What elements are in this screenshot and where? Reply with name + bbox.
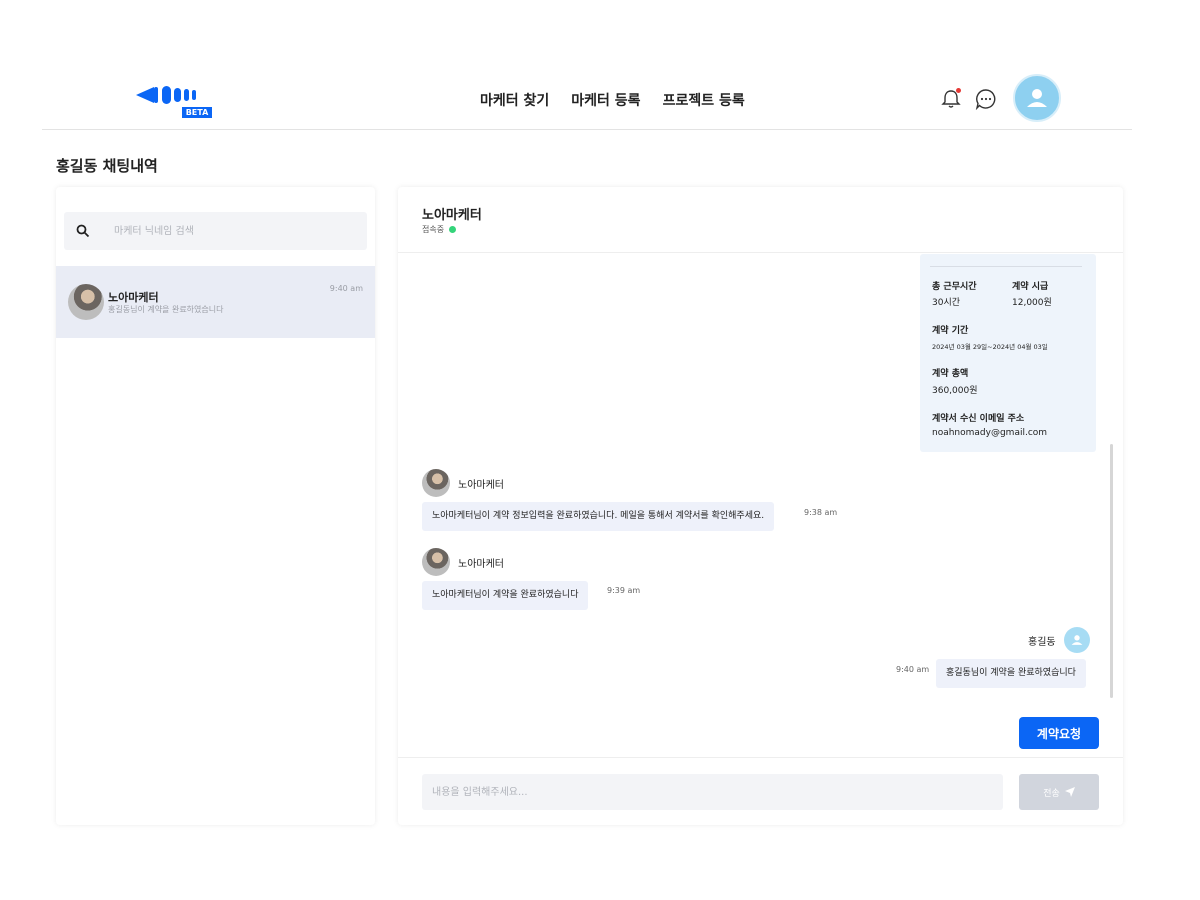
total-value: 360,000원 bbox=[932, 386, 978, 396]
message-time: 9:39 am bbox=[607, 586, 641, 595]
message-sender: 홍길동 bbox=[1028, 627, 1090, 653]
avatar bbox=[68, 284, 104, 320]
card-divider bbox=[930, 266, 1082, 267]
profile-avatar[interactable] bbox=[1013, 74, 1061, 122]
hourly-rate-label: 계약 시급 bbox=[1012, 282, 1049, 292]
search-input[interactable] bbox=[114, 221, 354, 241]
message-area[interactable]: 총 근무시간 30시간 계약 시급 12,000원 계약 기간 2024년 03… bbox=[398, 254, 1123, 757]
send-label: 전송 bbox=[1043, 788, 1060, 799]
status-text: 접속중 bbox=[422, 225, 445, 234]
user-avatar-icon bbox=[1071, 635, 1082, 645]
sender-name: 노아마케터 bbox=[458, 479, 504, 491]
work-hours-value: 30시간 bbox=[932, 298, 961, 308]
online-dot bbox=[449, 226, 457, 233]
avatar bbox=[422, 548, 450, 576]
chat-panel: 노아마케터 접속중 총 근무시간 30시간 계약 시급 12,000원 계약 기… bbox=[398, 187, 1123, 825]
user-avatar-icon bbox=[1027, 89, 1047, 107]
contract-request-button[interactable]: 계약요청 bbox=[1019, 717, 1099, 749]
message-time: 9:40 am bbox=[896, 665, 930, 674]
conversation-preview: 홍길동님이 계약을 완료하였습니다 bbox=[108, 305, 224, 314]
page-title: 홍길동 채팅내역 bbox=[56, 157, 158, 175]
chat-status: 접속중 bbox=[422, 224, 457, 235]
chat-bubble-icon bbox=[975, 89, 996, 111]
chat-partner-name: 노아마케터 bbox=[422, 208, 482, 223]
email-label: 계약서 수신 이메일 주소 bbox=[932, 414, 1025, 424]
message-time: 9:38 am bbox=[804, 508, 838, 517]
logo[interactable]: BETA bbox=[134, 82, 216, 120]
total-label: 계약 총액 bbox=[932, 369, 969, 379]
period-value: 2024년 03월 29일~2024년 04월 03일 bbox=[932, 343, 1048, 351]
message-bubble: 홍길동님이 계약을 완료하였습니다 bbox=[936, 659, 1086, 688]
message-input[interactable] bbox=[422, 774, 1003, 810]
sender-name: 홍길동 bbox=[1028, 636, 1056, 648]
conversation-time: 9:40 am bbox=[329, 284, 363, 293]
avatar bbox=[422, 469, 450, 497]
sender-name: 노아마케터 bbox=[458, 558, 504, 570]
work-hours-label: 총 근무시간 bbox=[932, 282, 977, 292]
conversation-name: 노아마케터 bbox=[108, 291, 159, 304]
send-button[interactable]: 전송 bbox=[1019, 774, 1099, 810]
top-header: BETA 마케터 찾기 마케터 등록 프로젝트 등록 bbox=[42, 60, 1132, 130]
period-label: 계약 기간 bbox=[932, 326, 969, 336]
scrollbar[interactable] bbox=[1110, 444, 1113, 698]
nav-register-marketer[interactable]: 마케터 등록 bbox=[571, 90, 640, 110]
avatar bbox=[1063, 627, 1090, 653]
message-composer: 전송 bbox=[398, 757, 1123, 825]
beta-badge: BETA bbox=[185, 108, 209, 117]
message-sender: 노아마케터 bbox=[422, 469, 504, 497]
message-bubble: 노아마케터님이 계약을 완료하였습니다 bbox=[422, 581, 589, 610]
messages-button[interactable] bbox=[975, 88, 997, 111]
search-icon bbox=[76, 224, 90, 238]
notification-button[interactable] bbox=[940, 88, 962, 110]
conversation-item[interactable]: 노아마케터 홍길동님이 계약을 완료하였습니다 9:40 am bbox=[56, 266, 375, 338]
message-bubble: 노아마케터님이 계약 정보입력을 완료하였습니다. 메일을 통해서 계약서를 확… bbox=[422, 502, 775, 531]
hourly-rate-value: 12,000원 bbox=[1012, 298, 1052, 308]
email-value: noahnomady@gmail.com bbox=[932, 428, 1048, 438]
notification-dot bbox=[956, 88, 961, 93]
nav-register-project[interactable]: 프로젝트 등록 bbox=[663, 90, 745, 110]
search-box bbox=[64, 212, 367, 250]
nav-find-marketer[interactable]: 마케터 찾기 bbox=[480, 90, 549, 110]
main-nav: 마케터 찾기 마케터 등록 프로젝트 등록 bbox=[480, 90, 745, 110]
message-sender: 노아마케터 bbox=[422, 548, 504, 576]
chat-header: 노아마케터 접속중 bbox=[398, 187, 1123, 253]
paper-plane-icon bbox=[1064, 787, 1075, 797]
contract-info-card: 총 근무시간 30시간 계약 시급 12,000원 계약 기간 2024년 03… bbox=[920, 254, 1096, 452]
conversation-list-panel: 노아마케터 홍길동님이 계약을 완료하였습니다 9:40 am bbox=[56, 187, 375, 825]
